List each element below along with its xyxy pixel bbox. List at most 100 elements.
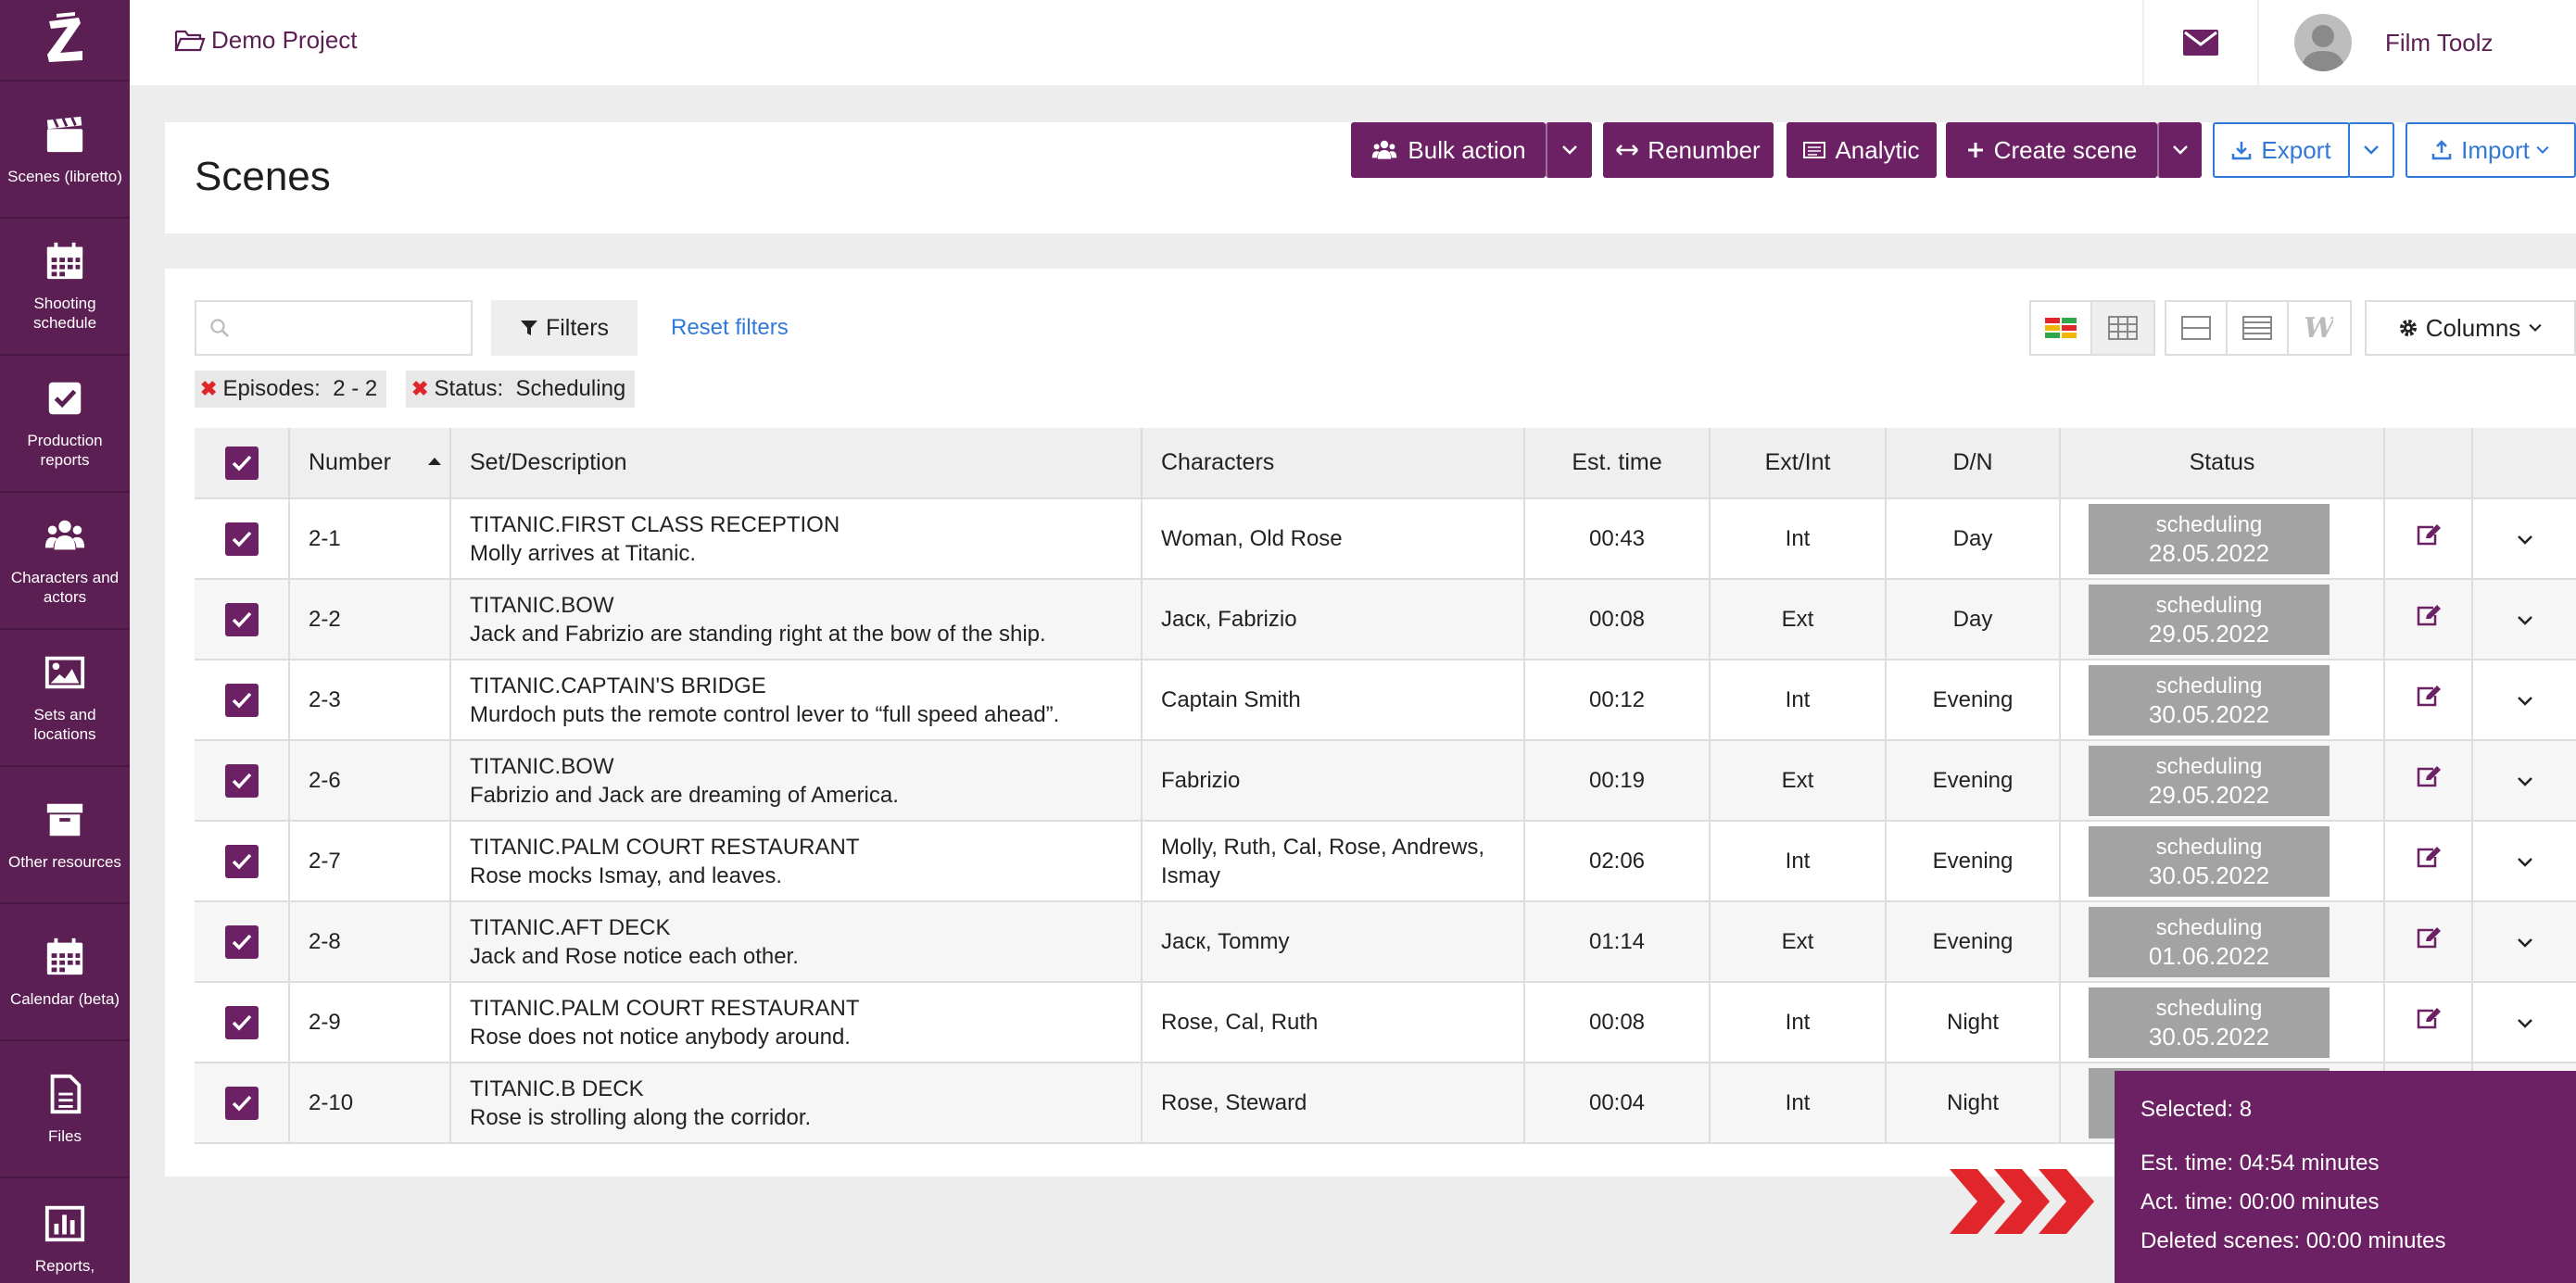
scene-set: TITANIC.CAPTAIN'S BRIDGE (470, 673, 766, 698)
edit-icon (2417, 766, 2441, 787)
row-checkbox[interactable] (224, 602, 259, 636)
edit-button[interactable] (2415, 686, 2443, 714)
table-row[interactable]: 2-8 TITANIC.AFT DECK Jack and Rose notice… (195, 901, 2576, 983)
status-badge[interactable]: scheduling 28.05.2022 (2089, 503, 2330, 574)
column-header-ext-int[interactable]: Ext/Int (1710, 428, 1887, 499)
chip-label: Episodes: (222, 376, 321, 401)
compact-rows-button[interactable] (2228, 302, 2289, 354)
create-scene-dropdown[interactable] (2157, 122, 2202, 178)
sidebar-item-reports[interactable]: Reports, (0, 1178, 130, 1283)
columns-button[interactable]: Columns (2365, 300, 2576, 356)
table-row[interactable]: 2-7 TITANIC.PALM COURT RESTAURANT Rose mo… (195, 821, 2576, 902)
expand-row-button[interactable] (2517, 929, 2533, 954)
select-all-checkbox[interactable] (224, 446, 259, 480)
expand-row-button[interactable] (2517, 768, 2533, 793)
bulk-action-dropdown[interactable] (1546, 122, 1592, 178)
scene-set-description: TITANIC.B DECK Rose is strolling along th… (450, 1063, 1143, 1144)
status-text: scheduling (2155, 753, 2263, 779)
messages-button[interactable] (2142, 0, 2257, 85)
row-select-cell (195, 660, 290, 741)
sidebar-item-shooting-schedule[interactable]: Shooting schedule (0, 219, 130, 356)
search-input[interactable] (237, 315, 460, 341)
edit-button[interactable] (2415, 847, 2443, 875)
sidebar-item-characters[interactable]: Characters and actors (0, 493, 130, 630)
app-logo[interactable] (0, 0, 130, 82)
user-menu[interactable]: Film Toolz (2257, 0, 2540, 85)
edit-button[interactable] (2415, 605, 2443, 634)
bar-chart-icon (44, 1205, 85, 1242)
sidebar-item-calendar[interactable]: Calendar (beta) (0, 904, 130, 1041)
status-badge[interactable]: scheduling 30.05.2022 (2089, 987, 2330, 1058)
bulk-action-button[interactable]: Bulk action (1351, 122, 1546, 178)
import-button[interactable]: Import (2406, 122, 2576, 178)
analytic-button[interactable]: Analytic (1787, 122, 1937, 178)
status-badge[interactable]: scheduling 01.06.2022 (2089, 906, 2330, 977)
edit-button[interactable] (2415, 766, 2443, 795)
column-header-status[interactable]: Status (2060, 428, 2385, 499)
sidebar-item-scenes[interactable]: Scenes (libretto) (0, 82, 130, 219)
reset-filters-link[interactable]: Reset filters (671, 315, 789, 341)
export-button[interactable]: Export (2213, 122, 2350, 178)
row-checkbox[interactable] (224, 683, 259, 717)
row-checkbox[interactable] (224, 1086, 259, 1120)
scene-set: TITANIC.FIRST CLASS RECEPTION (470, 511, 840, 537)
filters-button[interactable]: Filters (491, 300, 638, 356)
edit-button[interactable] (2415, 1008, 2443, 1037)
word-view-button[interactable]: W (2289, 302, 2350, 354)
filter-chip-episodes[interactable]: ✖ Episodes: 2 - 2 (195, 371, 387, 408)
column-header-set[interactable]: Set/Description (450, 428, 1143, 499)
scene-number: 2-1 (289, 498, 451, 580)
column-header-number[interactable]: Number (289, 428, 451, 499)
row-checkbox[interactable] (224, 1005, 259, 1039)
row-checkbox[interactable] (224, 763, 259, 798)
sidebar-item-production-reports[interactable]: Production reports (0, 356, 130, 493)
expand-row-button[interactable] (2517, 687, 2533, 712)
expand-row-button[interactable] (2517, 1010, 2533, 1035)
scene-number: 2-6 (289, 740, 451, 822)
chip-label: Status: (434, 376, 504, 401)
table-row[interactable]: 2-1 TITANIC.FIRST CLASS RECEPTION Molly a… (195, 498, 2576, 580)
table-row[interactable]: 2-9 TITANIC.PALM COURT RESTAURANT Rose do… (195, 982, 2576, 1063)
scene-set: TITANIC.BOW (470, 753, 614, 779)
remove-filter-icon[interactable]: ✖ (200, 377, 217, 401)
table-row[interactable]: 2-2 TITANIC.BOW Jack and Fabrizio are sta… (195, 579, 2576, 660)
status-badge[interactable]: scheduling 29.05.2022 (2089, 584, 2330, 655)
column-header-dn[interactable]: D/N (1886, 428, 2061, 499)
create-scene-button[interactable]: Create scene (1946, 122, 2157, 178)
status-badge[interactable]: scheduling 30.05.2022 (2089, 825, 2330, 897)
scene-set-description: TITANIC.BOW Fabrizio and Jack are dreamin… (450, 740, 1143, 822)
row-checkbox[interactable] (224, 522, 259, 556)
calendar-icon (46, 242, 83, 280)
renumber-button[interactable]: Renumber (1603, 122, 1774, 178)
large-rows-button[interactable] (2166, 302, 2228, 354)
export-dropdown[interactable] (2348, 122, 2394, 178)
expand-row-button[interactable] (2517, 526, 2533, 551)
column-header-characters[interactable]: Characters (1142, 428, 1525, 499)
scene-description: Fabrizio and Jack are dreaming of Americ… (470, 782, 899, 808)
file-icon (50, 1074, 82, 1113)
filter-chip-status[interactable]: ✖ Status: Scheduling (406, 371, 636, 408)
status-badge[interactable]: scheduling 29.05.2022 (2089, 745, 2330, 816)
column-header-est-time[interactable]: Est. time (1524, 428, 1711, 499)
status-text: scheduling (2155, 995, 2263, 1021)
scene-est-time: 00:08 (1524, 579, 1711, 660)
row-checkbox[interactable] (224, 844, 259, 878)
color-grid-view-button[interactable] (2031, 302, 2092, 354)
sidebar-item-sets[interactable]: Sets and locations (0, 630, 130, 767)
edit-button[interactable] (2415, 524, 2443, 553)
table-view-button[interactable] (2092, 302, 2153, 354)
expand-row-button[interactable] (2517, 607, 2533, 632)
selection-summary: Selected: 8 Est. time: 04:54 minutes Act… (2115, 1071, 2576, 1283)
row-checkbox[interactable] (224, 925, 259, 959)
table-row[interactable]: 2-3 TITANIC.CAPTAIN'S BRIDGE Murdoch puts… (195, 660, 2576, 741)
edit-button[interactable] (2415, 927, 2443, 956)
project-link[interactable]: Demo Project (174, 26, 358, 55)
sidebar-item-other-resources[interactable]: Other resources (0, 767, 130, 904)
expand-row-button[interactable] (2517, 849, 2533, 874)
table-row[interactable]: 2-6 TITANIC.BOW Fabrizio and Jack are dre… (195, 740, 2576, 822)
sidebar-item-files[interactable]: Files (0, 1041, 130, 1178)
scene-characters: Captain Smith (1142, 660, 1525, 741)
status-badge[interactable]: scheduling 30.05.2022 (2089, 664, 2330, 736)
remove-filter-icon[interactable]: ✖ (411, 377, 428, 401)
expand-cell (2472, 579, 2576, 660)
